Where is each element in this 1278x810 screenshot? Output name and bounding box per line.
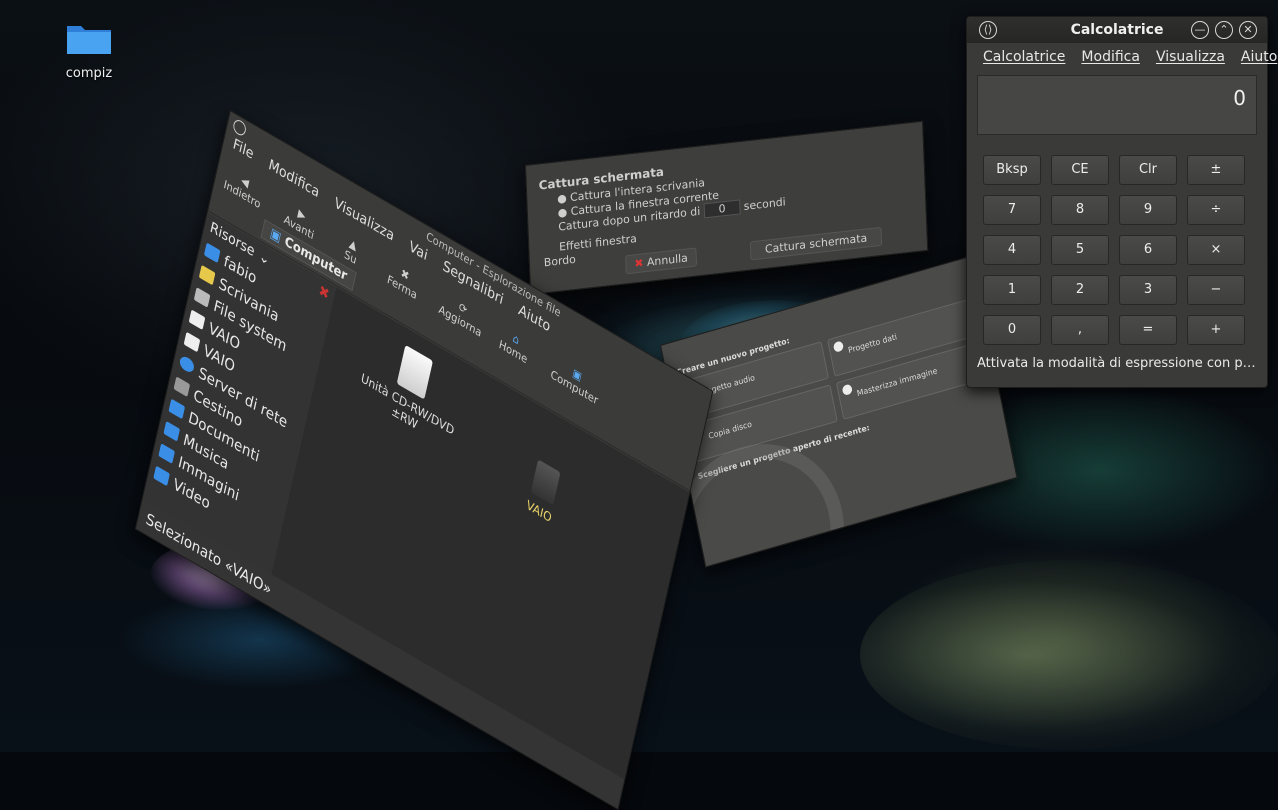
border-label: Bordo bbox=[543, 252, 577, 270]
home-folder-icon bbox=[203, 242, 221, 264]
key-multiply[interactable]: × bbox=[1187, 235, 1245, 265]
key-7[interactable]: 7 bbox=[983, 195, 1041, 225]
maximize-icon[interactable]: ⌃ bbox=[1215, 21, 1233, 39]
cancel-icon: ✖ bbox=[634, 256, 644, 271]
key-sign[interactable]: ± bbox=[1187, 155, 1245, 185]
key-8[interactable]: 8 bbox=[1051, 195, 1109, 225]
desktop-icon-label: compiz bbox=[65, 66, 113, 81]
key-3[interactable]: 3 bbox=[1119, 275, 1177, 305]
key-divide[interactable]: ÷ bbox=[1187, 195, 1245, 225]
key-0[interactable]: 0 bbox=[983, 315, 1041, 345]
key-equals[interactable]: = bbox=[1119, 315, 1177, 345]
minimize-icon[interactable]: — bbox=[1191, 21, 1209, 39]
menu-modifica[interactable]: Modifica bbox=[1081, 49, 1140, 65]
key-9[interactable]: 9 bbox=[1119, 195, 1177, 225]
key-2[interactable]: 2 bbox=[1051, 275, 1109, 305]
drive-icon bbox=[193, 287, 211, 308]
computer-icon: ▣ bbox=[268, 225, 283, 247]
usb-drive-icon bbox=[530, 459, 561, 506]
close-icon[interactable]: ✖ bbox=[317, 282, 331, 303]
network-icon bbox=[178, 354, 196, 375]
disc-icon bbox=[832, 340, 845, 353]
key-subtract[interactable]: − bbox=[1187, 275, 1245, 305]
display-value: 0 bbox=[1233, 86, 1246, 110]
folder-icon bbox=[168, 398, 186, 420]
optical-drive-icon bbox=[396, 344, 433, 400]
folder-icon bbox=[153, 465, 170, 487]
delay-spinner[interactable]: 0 bbox=[703, 199, 741, 219]
folder-icon bbox=[163, 420, 181, 442]
up-button[interactable]: ▲ Su bbox=[343, 235, 361, 267]
capture-button[interactable]: Cattura schermata bbox=[749, 226, 883, 261]
cancel-button[interactable]: ✖ Annulla bbox=[625, 247, 698, 275]
calculator-keypad: Bksp CE Clr ± 7 8 9 ÷ 4 5 6 × 1 2 3 − 0 … bbox=[983, 155, 1245, 345]
key-1[interactable]: 1 bbox=[983, 275, 1041, 305]
usb-drive-icon bbox=[188, 309, 206, 331]
wallpaper-flower bbox=[860, 560, 1278, 750]
calculator-titlebar[interactable]: ⟨⟩ Calcolatrice — ⌃ ✕ bbox=[967, 17, 1267, 43]
folder-icon bbox=[65, 20, 113, 56]
file-item-vaio[interactable]: VAIO bbox=[512, 451, 575, 533]
usb-drive-icon bbox=[183, 331, 201, 353]
folder-icon bbox=[158, 443, 175, 464]
calculator-menubar: Calcolatrice Modifica Visualizza Aiuto bbox=[967, 43, 1277, 71]
calculator-status: Attivata la modalità di espressione con … bbox=[977, 356, 1257, 371]
chevron-down-icon: ⌄ bbox=[257, 247, 272, 269]
key-4[interactable]: 4 bbox=[983, 235, 1041, 265]
key-decimal[interactable]: , bbox=[1051, 315, 1109, 345]
disc-icon bbox=[841, 383, 853, 397]
key-clear[interactable]: Clr bbox=[1119, 155, 1177, 185]
close-icon[interactable]: ✕ bbox=[1239, 21, 1257, 39]
desktop-icon bbox=[198, 264, 216, 286]
desktop-icon-compiz[interactable]: compiz bbox=[56, 20, 122, 81]
menu-aiuto[interactable]: Aiuto bbox=[1241, 49, 1277, 65]
key-5[interactable]: 5 bbox=[1051, 235, 1109, 265]
key-6[interactable]: 6 bbox=[1119, 235, 1177, 265]
menu-calcolatrice[interactable]: Calcolatrice bbox=[983, 49, 1065, 65]
key-backspace[interactable]: Bksp bbox=[983, 155, 1041, 185]
calculator-window[interactable]: ⟨⟩ Calcolatrice — ⌃ ✕ Calcolatrice Modif… bbox=[966, 16, 1277, 388]
key-add[interactable]: + bbox=[1187, 315, 1245, 345]
menu-visualizza[interactable]: Visualizza bbox=[1156, 49, 1225, 65]
effects-label: Effetti finestra bbox=[558, 231, 638, 254]
trash-icon bbox=[173, 376, 191, 397]
key-clear-entry[interactable]: CE bbox=[1051, 155, 1109, 185]
calculator-display[interactable]: 0 bbox=[977, 75, 1257, 135]
